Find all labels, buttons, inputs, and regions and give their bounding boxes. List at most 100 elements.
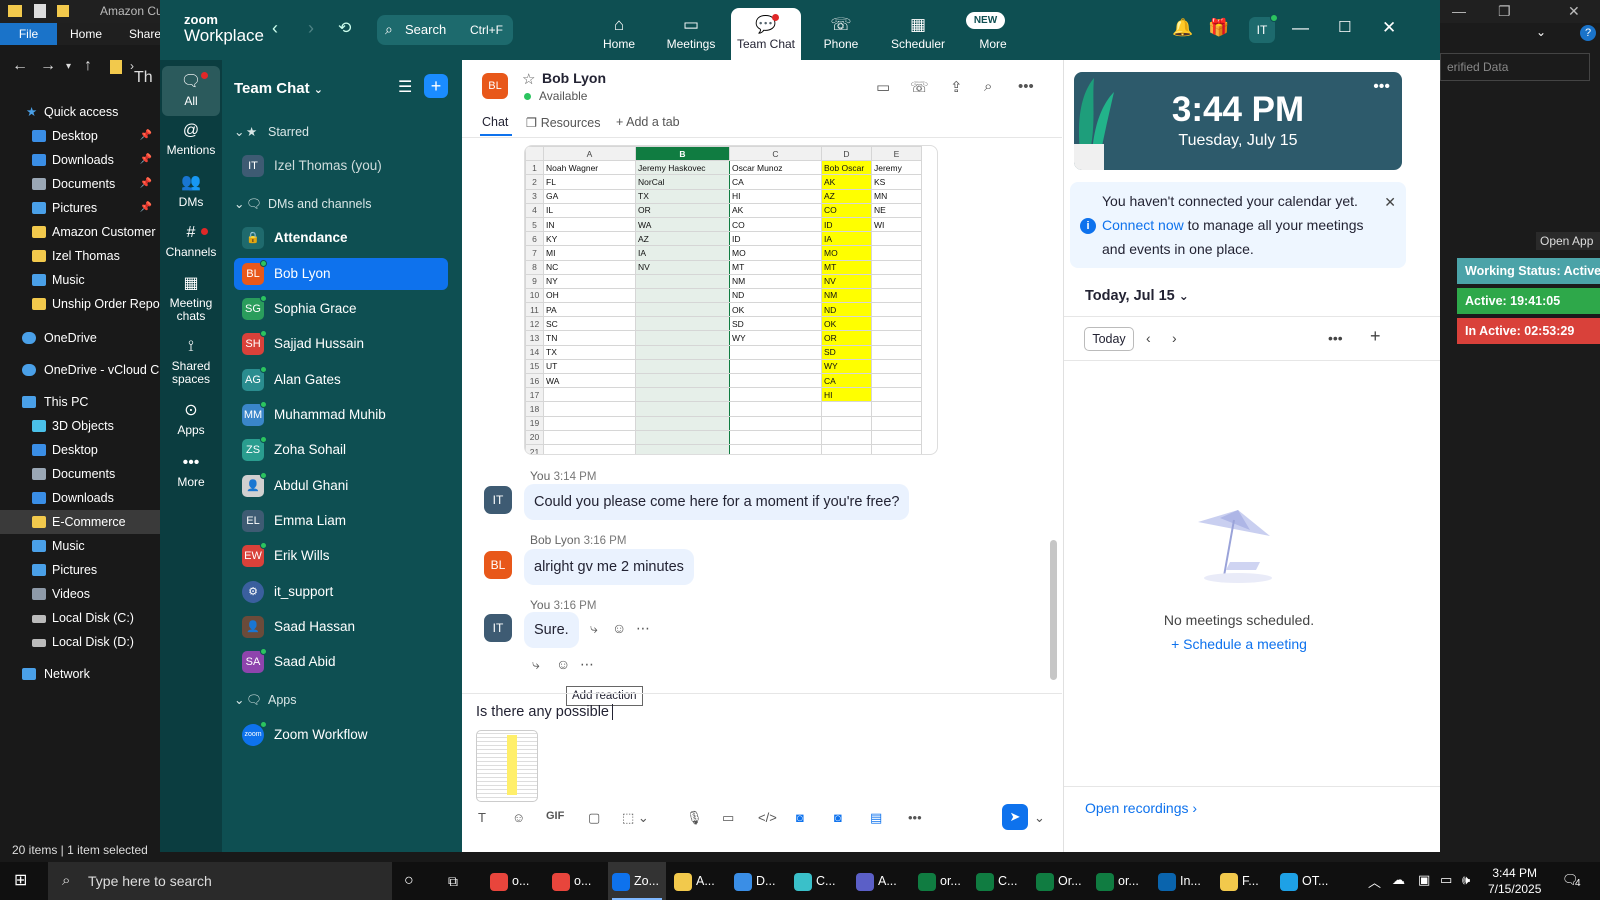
tree-onedrive-vcloud[interactable]: OneDrive - vCloud Cl [0, 358, 160, 382]
new-folder-icon[interactable] [57, 5, 69, 17]
phone-icon[interactable]: ☏ [910, 78, 929, 96]
sidebar-item-zoom-workflow[interactable]: zoom Zoom Workflow [234, 719, 448, 751]
tree-quick-access[interactable]: ★ Quick access [0, 100, 160, 124]
bell-icon[interactable]: 🔔 [1172, 18, 1193, 38]
close-icon[interactable]: ✕ [1568, 3, 1580, 20]
avatar[interactable]: IT [1249, 14, 1278, 43]
up-arrow-icon[interactable]: ↑ [84, 57, 92, 75]
taskbar-app[interactable]: D... [730, 862, 788, 900]
windows-start-icon[interactable]: ⊞ [14, 862, 27, 900]
maximize-icon[interactable]: ☐ [1338, 18, 1351, 36]
connect-now-link[interactable]: Connect now [1102, 217, 1184, 233]
mic-icon[interactable]: 🎙 [686, 810, 703, 826]
sidebar-item-zoha-sohail[interactable]: ZS Zoha Sohail [234, 434, 448, 466]
tree-item[interactable]: Unship Order Repor [0, 292, 160, 316]
gif-button[interactable]: GIF [546, 810, 564, 822]
search-field[interactable]: erified Data [1440, 53, 1590, 81]
sidebar-item-sophia-grace[interactable]: SG Sophia Grace [234, 293, 448, 325]
tab-add[interactable]: + Add a tab [616, 115, 680, 129]
taskbar-clock[interactable]: 3:44 PM 7/15/2025 [1488, 865, 1541, 897]
taskbar-app[interactable]: A... [852, 862, 910, 900]
taskbar-app[interactable]: C... [972, 862, 1030, 900]
tree-network[interactable]: Network [0, 662, 160, 686]
video-icon[interactable]: ▭ [876, 78, 890, 96]
task-view-icon[interactable]: ⧉ [448, 862, 458, 900]
taskbar-app[interactable]: Zo... [608, 862, 666, 900]
back-chevron-icon[interactable]: ‹ [272, 18, 278, 39]
forward-chevron-icon[interactable]: › [308, 18, 314, 39]
sidebar-item-bob-lyon[interactable]: BL Bob Lyon [234, 258, 448, 290]
message-bubble[interactable]: alright gv me 2 minutes [524, 549, 694, 585]
sidebar-item-erik-wills[interactable]: EW Erik Wills [234, 540, 448, 572]
ribbon-file-tab[interactable]: File [0, 23, 57, 45]
more-icon[interactable]: ••• [908, 810, 922, 825]
add-reaction-icon[interactable]: ☺ [556, 656, 570, 672]
tab-scheduler[interactable]: ▦ Scheduler [878, 8, 958, 60]
section-starred[interactable]: ⌄ ★ Starred [234, 124, 309, 144]
avatar[interactable]: BL [484, 551, 512, 579]
tab-meetings[interactable]: ▭ Meetings [656, 8, 726, 60]
new-chat-button[interactable]: + [424, 74, 448, 98]
taskbar-app[interactable]: In... [1154, 862, 1212, 900]
tree-onedrive[interactable]: OneDrive [0, 326, 160, 350]
search-input[interactable]: ⌕ Search Ctrl+F [377, 15, 513, 45]
emoji-icon[interactable]: ☺ [512, 810, 525, 825]
message-bubble[interactable]: Sure. [524, 612, 579, 648]
help-icon[interactable]: ? [1580, 25, 1596, 41]
file-icon[interactable]: ▢ [588, 810, 600, 826]
ribbon-home-tab[interactable]: Home [70, 27, 102, 41]
tree-item[interactable]: Amazon Customer [0, 220, 160, 244]
taskbar-app[interactable]: OT... [1276, 862, 1334, 900]
sidebar-item-attendance[interactable]: 🔒 Attendance [234, 222, 448, 254]
tree-item[interactable]: Videos [0, 582, 160, 606]
properties-icon[interactable] [34, 4, 46, 18]
rail-all[interactable]: 🗨 All [162, 66, 220, 116]
send-button[interactable]: ➤ [1002, 804, 1028, 830]
close-icon[interactable]: ✕ [1384, 190, 1396, 214]
tree-item[interactable]: Local Disk (C:) [0, 606, 160, 630]
whiteboard-icon[interactable]: ◙ [796, 810, 804, 825]
restore-icon[interactable]: ❐ [1498, 3, 1511, 20]
section-dms-channels[interactable]: ⌄ 🗨 DMs and channels [234, 196, 372, 216]
plus-icon[interactable]: + [1370, 326, 1381, 347]
spreadsheet-image[interactable]: A B C D E 1 Noah Wagner Jeremy Haskovec Oscar Mu… [524, 145, 938, 455]
breadcrumb[interactable]: › Th [130, 59, 153, 86]
add-reaction-icon[interactable]: ☺ [612, 620, 626, 636]
rail-more[interactable]: ••• More [162, 452, 220, 489]
chevron-up-icon[interactable]: ︿ [1368, 872, 1381, 891]
tree-item[interactable]: Izel Thomas [0, 244, 160, 268]
rail-meeting-chats[interactable]: ▦ Meeting chats [162, 273, 220, 323]
reply-icon[interactable]: ⤷ [532, 656, 540, 673]
chevron-down-icon[interactable]: ⌄ [1536, 25, 1546, 39]
share-screen-icon[interactable]: ⇪ [950, 78, 963, 96]
calendar-date-selector[interactable]: Today, Jul 15 ⌄ [1085, 288, 1189, 304]
tree-item[interactable]: Downloads 📌 [0, 148, 160, 172]
notes-icon[interactable]: ◙ [834, 810, 842, 825]
sidebar-item-emma-liam[interactable]: EL Emma Liam [234, 505, 448, 537]
video-clip-icon[interactable]: ▭ [722, 810, 734, 826]
tab-resources[interactable]: ❐ Resources [526, 115, 600, 130]
rail-apps[interactable]: ⊙ Apps [162, 400, 220, 437]
sidebar-item-alan-gates[interactable]: AG Alan Gates [234, 364, 448, 396]
avatar[interactable]: IT [484, 614, 512, 642]
more-icon[interactable]: ••• [1328, 330, 1343, 346]
taskbar-app[interactable]: o... [548, 862, 606, 900]
tree-item[interactable]: Music [0, 268, 160, 292]
taskbar-app[interactable]: A... [670, 862, 728, 900]
rail-dms[interactable]: 👥 DMs [162, 172, 220, 209]
taskbar-app[interactable]: F... [1216, 862, 1274, 900]
sidebar-title[interactable]: Team Chat ⌄ [234, 80, 323, 97]
today-button[interactable]: Today [1084, 327, 1134, 351]
next-chevron-icon[interactable]: › [1172, 330, 1177, 346]
sidebar-item-muhammad-muhib[interactable]: MM Muhammad Muhib [234, 399, 448, 431]
more-icon[interactable]: ••• [1018, 78, 1034, 95]
taskbar-app[interactable]: or... [914, 862, 972, 900]
message-input[interactable]: Is there any possible [476, 704, 613, 721]
forward-arrow-icon[interactable]: → [40, 57, 56, 75]
display-icon[interactable]: ▣ [1418, 872, 1430, 888]
taskbar-app[interactable]: or... [1092, 862, 1150, 900]
rail-shared-spaces[interactable]: ⟟ Shared spaces [162, 336, 220, 386]
rail-channels[interactable]: # Channels [162, 222, 220, 259]
open-recordings-link[interactable]: Open recordings › [1085, 800, 1197, 816]
tree-item[interactable]: Pictures [0, 558, 160, 582]
